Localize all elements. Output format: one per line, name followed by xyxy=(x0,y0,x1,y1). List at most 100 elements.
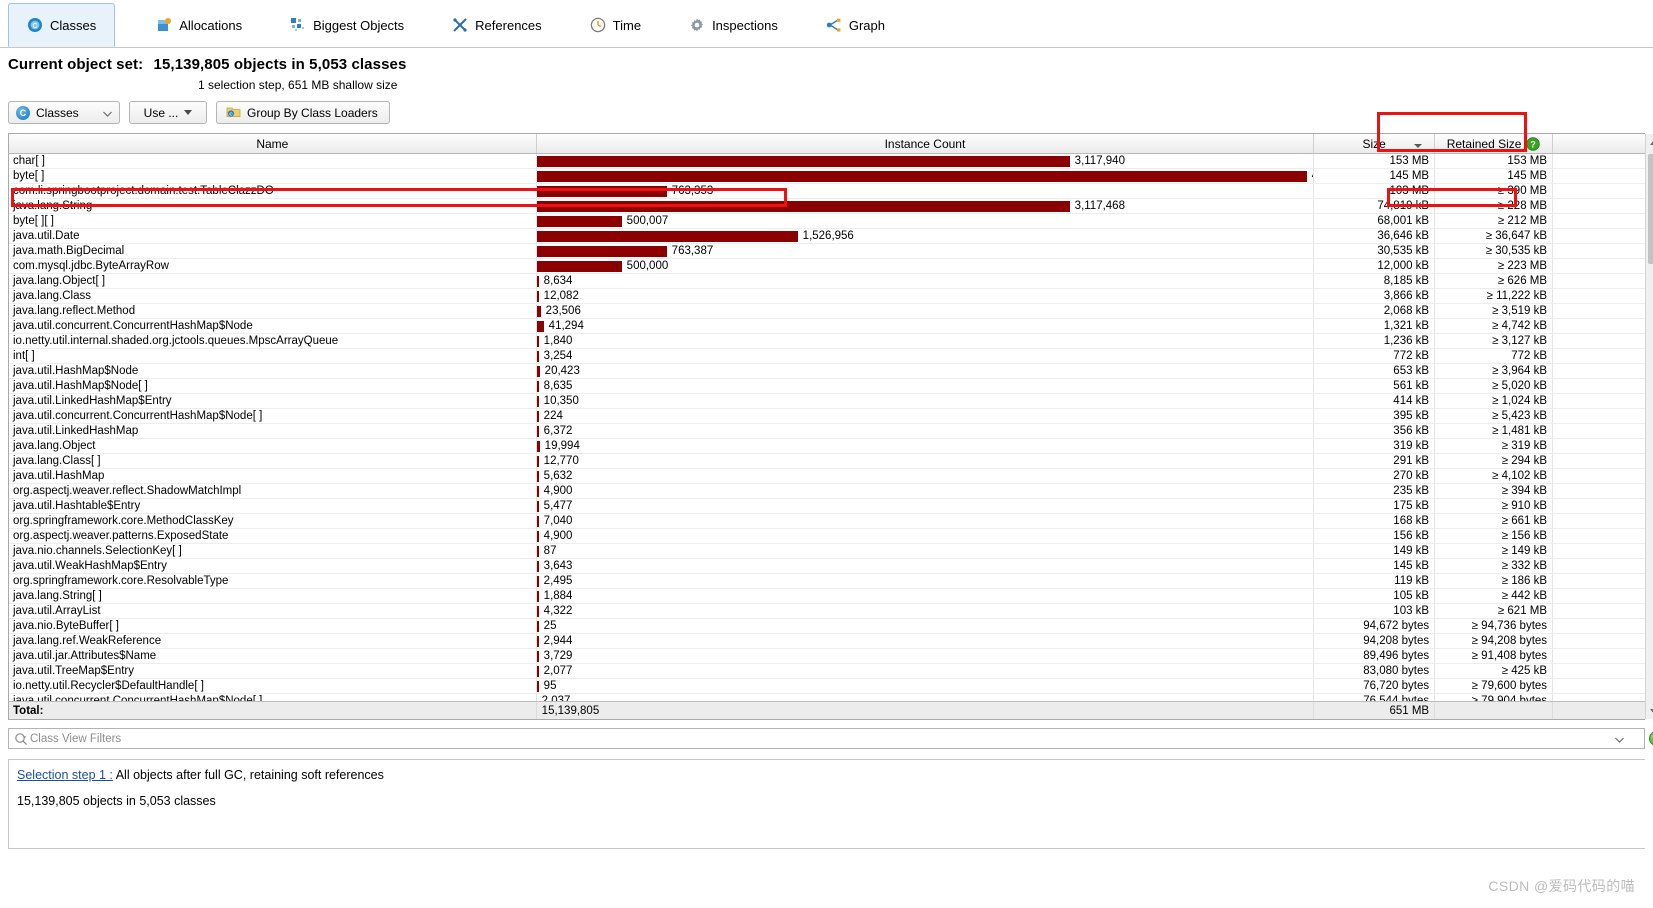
table-row[interactable]: byte[ ][ ] 500,007 68,001 kB ≥ 212 MB xyxy=(9,214,1645,229)
table-row[interactable]: java.nio.channels.SelectionKey[ ] 87 149 k… xyxy=(9,544,1645,559)
cell-size: 30,535 kB xyxy=(1314,244,1436,258)
table-row[interactable]: com.li.springbootproject.domain.test.Tab… xyxy=(9,184,1645,199)
tab-classes[interactable]: C Classes xyxy=(8,3,116,47)
table-row[interactable]: byte[ ]4,506,060145 MB145 MB xyxy=(9,169,1645,184)
column-header-size[interactable]: Size xyxy=(1314,134,1436,153)
cell-retained-size: 145 MB xyxy=(1435,169,1554,183)
cell-class-name: java.nio.ByteBuffer[ ] xyxy=(9,619,537,633)
cell-spacer xyxy=(1553,454,1645,468)
help-question-icon[interactable]: ? xyxy=(1526,136,1541,151)
table-row[interactable]: java.lang.reflect.Method 23,506 2,068 kB ≥ … xyxy=(9,304,1645,319)
cell-size: 2,068 kB xyxy=(1314,304,1436,318)
table-row[interactable]: java.lang.Object[ ] 8,634 8,185 kB ≥ 626 MB xyxy=(9,274,1645,289)
scrollbar-thumb[interactable] xyxy=(1648,154,1653,264)
table-row[interactable]: org.aspectj.weaver.reflect.ShadowMatchIm… xyxy=(9,484,1645,499)
instance-count-value: 224 xyxy=(543,410,563,422)
instance-count-value: 8,635 xyxy=(543,380,573,392)
table-row[interactable]: java.util.LinkedHashMap 6,372 356 kB ≥ 1,48… xyxy=(9,424,1645,439)
object-set-summary: Current object set: 15,139,805 objects i… xyxy=(0,48,1653,92)
table-row[interactable]: java.lang.Class[ ] 12,770 291 kB ≥ 294 kB xyxy=(9,454,1645,469)
table-row[interactable]: java.nio.ByteBuffer[ ] 25 94,672 bytes ≥ 94… xyxy=(9,619,1645,634)
use-button[interactable]: Use ... xyxy=(129,101,207,124)
filter-help-icon[interactable]: ? xyxy=(1649,731,1653,746)
cell-class-name: java.util.jar.Attributes$Name xyxy=(9,649,537,663)
group-by-class-loaders-button[interactable]: C Group By Class Loaders xyxy=(216,101,390,124)
instance-count-bar xyxy=(536,231,798,242)
table-row[interactable]: java.math.BigDecimal 763,387 30,535 kB ≥ 30… xyxy=(9,244,1645,259)
cell-retained-size: ≥ 91,408 bytes xyxy=(1435,649,1554,663)
instance-count-value: 4,322 xyxy=(543,605,573,617)
cell-size: 291 kB xyxy=(1314,454,1436,468)
cell-class-name: org.aspectj.weaver.reflect.ShadowMatchIm… xyxy=(9,484,537,498)
tab-references[interactable]: References xyxy=(433,3,560,47)
selection-step-link[interactable]: Selection step 1 : xyxy=(17,768,113,782)
table-row[interactable]: java.util.Hashtable$Entry 5,477 175 kB ≥ 91… xyxy=(9,499,1645,514)
cell-class-name: java.util.HashMap$Node xyxy=(9,364,537,378)
table-row[interactable]: java.util.TreeMap$Entry 2,077 83,080 bytes… xyxy=(9,664,1645,679)
cell-spacer xyxy=(1553,364,1645,378)
cell-retained-size: ≥ 94,208 bytes xyxy=(1435,634,1554,648)
class-loader-icon: C xyxy=(226,104,241,122)
chevron-down-icon[interactable] xyxy=(1615,732,1624,746)
cell-instance-count: 3,729 xyxy=(536,649,1315,663)
table-row[interactable]: java.util.concurrent.ConcurrentHashMap$N… xyxy=(9,319,1645,334)
tab-inspections[interactable]: Inspections xyxy=(670,3,797,47)
table-row[interactable]: org.springframework.core.MethodClassKey 7… xyxy=(9,514,1645,529)
cell-spacer xyxy=(1553,514,1645,528)
cell-retained-size: 772 kB xyxy=(1435,349,1554,363)
table-row[interactable]: io.netty.util.Recycler$DefaultHandle[ ] 9… xyxy=(9,679,1645,694)
table-row[interactable]: char[ ] 3,117,940 153 MB 153 MB xyxy=(9,154,1645,169)
chevron-down-icon xyxy=(103,106,112,120)
column-header-name[interactable]: Name xyxy=(9,134,537,153)
instance-count-value: 2,495 xyxy=(543,575,573,587)
scroll-down-arrow-icon[interactable] xyxy=(1646,703,1653,719)
table-row[interactable]: java.util.WeakHashMap$Entry 3,643 145 kB ≥ … xyxy=(9,559,1645,574)
table-row[interactable]: io.netty.util.internal.shaded.org.jctool… xyxy=(9,334,1645,349)
object-set-subtitle: 1 selection step, 651 MB shallow size xyxy=(198,78,398,92)
instance-count-value: 3,117,940 xyxy=(1074,155,1125,167)
table-row[interactable]: java.util.concurrent.ConcurrentHashMap$N… xyxy=(9,694,1645,701)
table-row[interactable]: java.lang.ref.WeakReference 2,944 94,208 b… xyxy=(9,634,1645,649)
cell-instance-count: 2,037 xyxy=(537,694,1315,701)
tab-biggest-objects[interactable]: Biggest Objects xyxy=(271,3,423,47)
tab-graph-label: Graph xyxy=(848,17,885,33)
table-row[interactable]: java.util.Date 1,526,956 36,646 kB ≥ 36,647… xyxy=(9,229,1645,244)
scroll-up-arrow-icon[interactable] xyxy=(1646,134,1653,150)
cell-instance-count: 763,353 xyxy=(536,184,1315,198)
cell-spacer xyxy=(1553,319,1645,333)
table-row[interactable]: com.mysql.jdbc.ByteArrayRow 500,000 12,000… xyxy=(9,259,1645,274)
search-icon[interactable] xyxy=(14,732,28,746)
table-row[interactable]: java.util.jar.Attributes$Name 3,729 89,496… xyxy=(9,649,1645,664)
table-row[interactable]: int[ ] 3,254 772 kB 772 kB xyxy=(9,349,1645,364)
view-mode-select[interactable]: C Classes xyxy=(8,101,120,124)
table-row[interactable]: java.lang.Object 19,994 319 kB ≥ 319 kB xyxy=(9,439,1645,454)
cell-class-name: int[ ] xyxy=(9,349,537,363)
class-view-filter[interactable]: Class View Filters ? xyxy=(8,728,1653,749)
tab-allocations[interactable]: Allocations xyxy=(137,3,261,47)
tab-graph[interactable]: Graph xyxy=(807,3,904,47)
table-row[interactable]: java.util.LinkedHashMap$Entry 10,350 414 k… xyxy=(9,394,1645,409)
table-row[interactable]: java.lang.String[ ] 1,884 105 kB ≥ 442 kB xyxy=(9,589,1645,604)
table-row[interactable]: java.util.ArrayList 4,322 103 kB ≥ 621 MB xyxy=(9,604,1645,619)
table-row[interactable]: java.lang.Class 12,082 3,866 kB ≥ 11,222 kB xyxy=(9,289,1645,304)
cell-instance-count: 1,526,956 xyxy=(536,229,1315,243)
tab-time[interactable]: Time xyxy=(571,3,660,47)
table-row[interactable]: java.util.HashMap$Node 20,423 653 kB ≥ 3,96… xyxy=(9,364,1645,379)
cell-spacer xyxy=(1553,394,1645,408)
column-header-retained-size[interactable]: Retained Size ? xyxy=(1435,134,1554,153)
column-header-instance-count[interactable]: Instance Count xyxy=(537,134,1315,153)
cell-class-name: org.aspectj.weaver.patterns.ExposedState xyxy=(9,529,537,543)
clock-icon xyxy=(590,17,606,33)
table-row[interactable]: java.util.HashMap$Node[ ] 8,635 561 kB ≥ 5,… xyxy=(9,379,1645,394)
table-vertical-scrollbar[interactable] xyxy=(1645,134,1653,719)
total-size: 651 MB xyxy=(1314,702,1436,719)
table-row[interactable]: java.lang.String 3,117,468 74,819 kB ≥ 228 … xyxy=(9,199,1645,214)
classes-badge-icon: C xyxy=(16,105,30,120)
table-row[interactable]: java.util.HashMap 5,632 270 kB ≥ 4,102 kB xyxy=(9,469,1645,484)
table-row-partial-clipped[interactable]: java.util.concurrent.ConcurrentHashMap$N… xyxy=(9,694,1645,701)
table-row[interactable]: org.aspectj.weaver.patterns.ExposedState… xyxy=(9,529,1645,544)
table-body: char[ ] 3,117,940 153 MB153 MB byte[ ] 4,506… xyxy=(9,154,1645,694)
table-row[interactable]: java.util.concurrent.ConcurrentHashMap$N… xyxy=(9,409,1645,424)
cell-instance-count: 5,477 xyxy=(536,499,1315,513)
table-row[interactable]: org.springframework.core.ResolvableType 2… xyxy=(9,574,1645,589)
